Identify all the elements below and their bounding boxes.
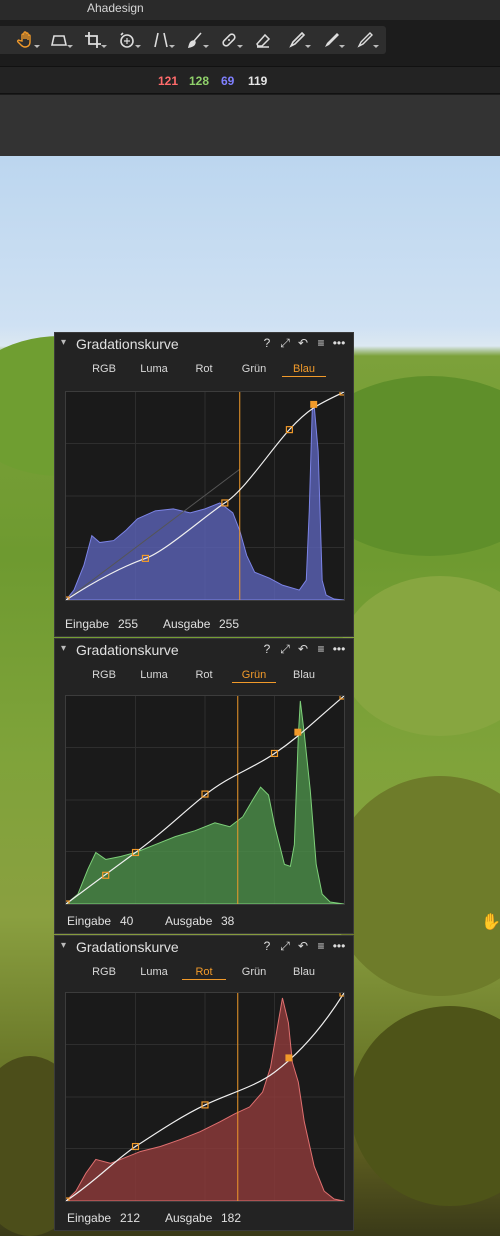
curve-panel-red: ▾ Gradationskurve ? ⤢ ↶ ≡ ••• RGB Luma Rot G… bbox=[54, 935, 354, 1231]
hand-tool-icon[interactable] bbox=[10, 26, 42, 54]
tab-rot[interactable]: Rot bbox=[179, 363, 229, 375]
tab-rot[interactable]: Rot bbox=[179, 669, 229, 681]
color-readout-bar: 121 128 69 119 bbox=[0, 66, 500, 94]
input-label: Eingabe bbox=[67, 1211, 112, 1225]
input-value[interactable]: 255 bbox=[118, 617, 138, 631]
tab-gruen[interactable]: Grün bbox=[229, 669, 279, 683]
tab-blau[interactable]: Blau bbox=[279, 363, 329, 377]
expand-icon[interactable]: ⤢ bbox=[276, 336, 294, 351]
viewer-header bbox=[0, 95, 500, 156]
menu-icon[interactable]: ≡ bbox=[312, 939, 330, 953]
readout-green: 128 bbox=[189, 74, 210, 88]
more-icon[interactable]: ••• bbox=[330, 336, 348, 350]
tab-gruen[interactable]: Grün bbox=[229, 363, 279, 375]
annotate-icon[interactable] bbox=[349, 26, 381, 54]
tab-rot[interactable]: Rot bbox=[179, 966, 229, 980]
panel-title: Gradationskurve bbox=[76, 642, 179, 658]
panel-footer: Eingabe 40 Ausgabe 38 bbox=[55, 911, 355, 929]
tab-luma[interactable]: Luma bbox=[129, 966, 179, 978]
channel-tabs: RGB Luma Rot Grün Blau bbox=[55, 669, 355, 687]
input-value[interactable]: 212 bbox=[120, 1211, 140, 1225]
expand-icon[interactable]: ⤢ bbox=[276, 642, 294, 657]
help-icon[interactable]: ? bbox=[258, 642, 276, 656]
chevron-down-icon[interactable]: ▾ bbox=[61, 643, 66, 654]
panel-footer: Eingabe 212 Ausgabe 182 bbox=[55, 1208, 355, 1226]
curve-panel-green: ▾ Gradationskurve ? ⤢ ↶ ≡ ••• RGB Luma Rot G… bbox=[54, 638, 354, 934]
crop-icon[interactable] bbox=[77, 26, 109, 54]
tab-blau[interactable]: Blau bbox=[279, 669, 329, 681]
tab-rgb[interactable]: RGB bbox=[79, 363, 129, 375]
tab-rgb[interactable]: RGB bbox=[79, 966, 129, 978]
panel-header: ▾ Gradationskurve ? ⤢ ↶ ≡ ••• bbox=[55, 639, 355, 661]
output-label: Ausgabe bbox=[165, 1211, 213, 1225]
reset-icon[interactable]: ↶ bbox=[294, 939, 312, 953]
reset-icon[interactable]: ↶ bbox=[294, 336, 312, 350]
crop-preset-icon[interactable] bbox=[43, 26, 75, 54]
curve-panel-blue: ▾ Gradationskurve ? ⤢ ↶ ≡ ••• RGB Luma Rot G… bbox=[54, 332, 354, 637]
tab-blau[interactable]: Blau bbox=[279, 966, 329, 978]
curve-point-active bbox=[294, 728, 302, 736]
curve-point-active bbox=[285, 1054, 293, 1062]
readout-luma: 119 bbox=[248, 74, 268, 88]
app-title: Ahadesign bbox=[87, 1, 144, 15]
tab-luma[interactable]: Luma bbox=[129, 363, 179, 375]
chevron-down-icon[interactable]: ▾ bbox=[61, 337, 66, 348]
readout-blue: 69 bbox=[221, 74, 235, 88]
input-label: Eingabe bbox=[67, 914, 112, 928]
tab-rgb[interactable]: RGB bbox=[79, 669, 129, 681]
channel-tabs: RGB Luma Rot Grün Blau bbox=[55, 966, 355, 984]
hand-cursor-icon: ✋ bbox=[481, 914, 500, 931]
curve-point-active bbox=[310, 400, 318, 408]
input-value[interactable]: 40 bbox=[120, 914, 133, 928]
eraser-icon[interactable] bbox=[247, 26, 279, 54]
color-pick-icon[interactable] bbox=[315, 26, 347, 54]
panel-header: ▾ Gradationskurve ? ⤢ ↶ ≡ ••• bbox=[55, 936, 355, 958]
more-icon[interactable]: ••• bbox=[330, 642, 348, 656]
panel-footer: Eingabe 255 Ausgabe 255 bbox=[55, 614, 355, 632]
output-value[interactable]: 38 bbox=[221, 914, 234, 928]
input-label: Eingabe bbox=[65, 617, 110, 631]
tool-bar bbox=[0, 26, 386, 54]
panel-title: Gradationskurve bbox=[76, 336, 179, 352]
output-value[interactable]: 182 bbox=[221, 1211, 241, 1225]
brush-icon[interactable] bbox=[179, 26, 211, 54]
curve-graph[interactable] bbox=[65, 695, 345, 905]
menu-icon[interactable]: ≡ bbox=[312, 336, 330, 350]
chevron-down-icon[interactable]: ▾ bbox=[61, 940, 66, 951]
picker-icon[interactable] bbox=[281, 26, 313, 54]
output-label: Ausgabe bbox=[165, 914, 213, 928]
output-value[interactable]: 255 bbox=[219, 617, 239, 631]
rotate-icon[interactable] bbox=[111, 26, 143, 54]
heal-icon[interactable] bbox=[213, 26, 245, 54]
more-icon[interactable]: ••• bbox=[330, 939, 348, 953]
readout-red: 121 bbox=[158, 74, 179, 88]
tab-gruen[interactable]: Grün bbox=[229, 966, 279, 978]
output-label: Ausgabe bbox=[163, 617, 211, 631]
title-bar: Ahadesign bbox=[0, 0, 500, 20]
reset-icon[interactable]: ↶ bbox=[294, 642, 312, 656]
tab-luma[interactable]: Luma bbox=[129, 669, 179, 681]
expand-icon[interactable]: ⤢ bbox=[276, 939, 294, 954]
help-icon[interactable]: ? bbox=[258, 336, 276, 350]
keystone-icon[interactable] bbox=[145, 26, 177, 54]
panel-title: Gradationskurve bbox=[76, 939, 179, 955]
panel-header: ▾ Gradationskurve ? ⤢ ↶ ≡ ••• bbox=[55, 333, 355, 355]
channel-tabs: RGB Luma Rot Grün Blau bbox=[55, 363, 355, 381]
menu-icon[interactable]: ≡ bbox=[312, 642, 330, 656]
curve-graph[interactable] bbox=[65, 391, 345, 601]
help-icon[interactable]: ? bbox=[258, 939, 276, 953]
curve-graph[interactable] bbox=[65, 992, 345, 1202]
